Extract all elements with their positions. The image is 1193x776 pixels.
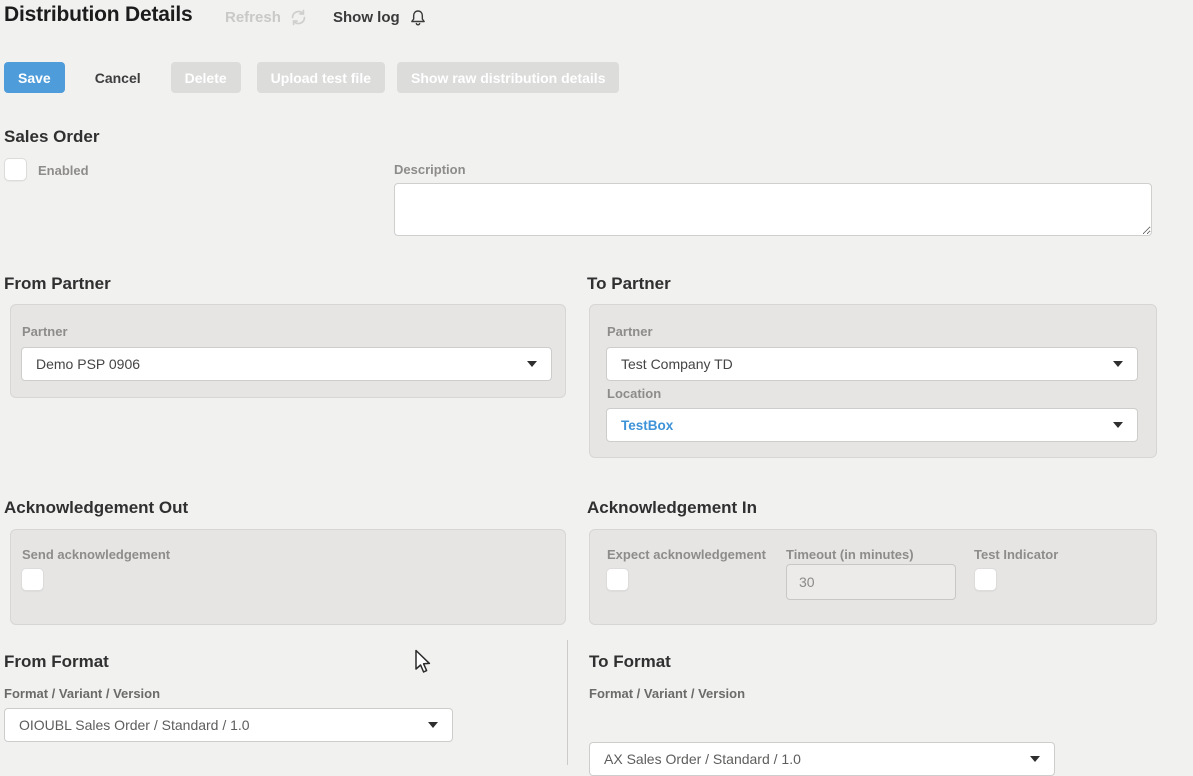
- upload-test-file-button[interactable]: Upload test file: [257, 62, 385, 93]
- timeout-label: Timeout (in minutes): [786, 547, 914, 562]
- chevron-down-icon: [1113, 422, 1123, 428]
- to-partner-heading: To Partner: [587, 274, 671, 294]
- show-log-button-label: Show log: [333, 9, 400, 26]
- enabled-checkbox[interactable]: [4, 158, 27, 181]
- description-textarea[interactable]: [394, 183, 1152, 236]
- from-partner-panel: Partner Demo PSP 0906: [10, 304, 566, 398]
- acknowledgement-in-panel: Expect acknowledgement Timeout (in minut…: [589, 529, 1157, 625]
- test-indicator-label: Test Indicator: [974, 547, 1058, 562]
- acknowledgement-out-panel: Send acknowledgement: [10, 529, 566, 625]
- send-acknowledgement-label: Send acknowledgement: [22, 547, 170, 562]
- expect-acknowledgement-label: Expect acknowledgement: [607, 547, 766, 562]
- from-partner-heading: From Partner: [4, 274, 111, 294]
- refresh-button[interactable]: Refresh: [225, 8, 308, 27]
- to-partner-location-select[interactable]: TestBox: [606, 408, 1138, 442]
- from-format-select-value: OIOUBL Sales Order / Standard / 1.0: [19, 717, 418, 733]
- to-format-select-value: AX Sales Order / Standard / 1.0: [604, 751, 1020, 767]
- from-format-select[interactable]: OIOUBL Sales Order / Standard / 1.0: [4, 708, 453, 742]
- to-partner-partner-label: Partner: [607, 324, 653, 339]
- refresh-button-label: Refresh: [225, 9, 281, 26]
- bell-icon: [408, 7, 428, 28]
- chevron-down-icon: [527, 361, 537, 367]
- refresh-icon: [289, 8, 308, 27]
- from-format-fvv-label: Format / Variant / Version: [4, 686, 160, 701]
- to-partner-panel: Partner Test Company TD Location TestBox: [589, 304, 1157, 458]
- to-partner-partner-select[interactable]: Test Company TD: [606, 347, 1138, 381]
- send-acknowledgement-checkbox[interactable]: [21, 568, 44, 591]
- to-partner-location-select-value: TestBox: [621, 418, 1103, 433]
- chevron-down-icon: [1113, 361, 1123, 367]
- from-partner-select[interactable]: Demo PSP 0906: [21, 347, 552, 381]
- page-title: Distribution Details: [4, 3, 193, 27]
- enabled-label: Enabled: [38, 163, 89, 178]
- delete-button[interactable]: Delete: [171, 62, 241, 93]
- cancel-button[interactable]: Cancel: [85, 62, 151, 93]
- sales-order-heading: Sales Order: [4, 127, 99, 147]
- chevron-down-icon: [428, 722, 438, 728]
- to-partner-location-label: Location: [607, 386, 661, 401]
- show-raw-distribution-details-button[interactable]: Show raw distribution details: [397, 62, 619, 93]
- description-label: Description: [394, 162, 466, 177]
- acknowledgement-in-heading: Acknowledgement In: [587, 498, 757, 518]
- save-button[interactable]: Save: [4, 62, 65, 93]
- timeout-input[interactable]: [786, 564, 956, 600]
- to-format-select[interactable]: AX Sales Order / Standard / 1.0: [589, 742, 1055, 776]
- chevron-down-icon: [1030, 756, 1040, 762]
- expect-acknowledgement-checkbox[interactable]: [606, 568, 629, 591]
- test-indicator-checkbox[interactable]: [974, 568, 997, 591]
- acknowledgement-out-heading: Acknowledgement Out: [4, 498, 188, 518]
- format-sections-divider: [567, 640, 568, 765]
- from-partner-select-value: Demo PSP 0906: [36, 356, 517, 372]
- to-format-heading: To Format: [589, 652, 671, 672]
- mouse-cursor: [414, 649, 433, 681]
- to-partner-partner-select-value: Test Company TD: [621, 356, 1103, 372]
- show-log-button[interactable]: Show log: [333, 7, 428, 28]
- from-partner-partner-label: Partner: [22, 324, 68, 339]
- to-format-fvv-label: Format / Variant / Version: [589, 686, 745, 701]
- from-format-heading: From Format: [4, 652, 109, 672]
